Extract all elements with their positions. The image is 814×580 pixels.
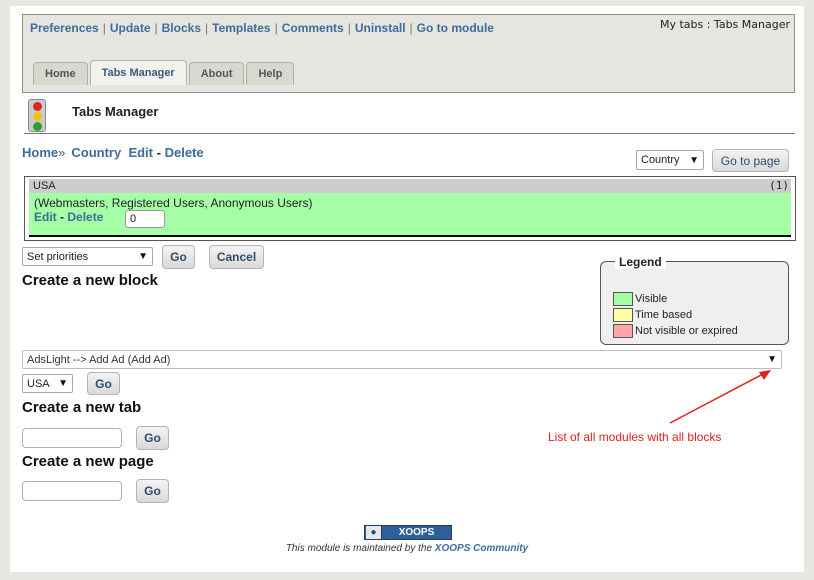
tab-box-header: USA (1) [29, 179, 791, 193]
xoops-community-link[interactable]: XOOPS Community [435, 543, 528, 554]
chevron-down-icon: ▼ [58, 378, 68, 389]
nav-blocks-link[interactable]: Blocks [162, 21, 201, 35]
page-select-value: Country [641, 154, 680, 166]
module-title-row: Tabs Manager [24, 99, 795, 134]
add-block-go-button[interactable]: Go [87, 372, 120, 395]
breadcrumb: Home» Country Edit - Delete [22, 145, 204, 160]
footer-note-prefix: This module is maintained by the [285, 543, 435, 554]
nav-preferences-link[interactable]: Preferences [30, 21, 99, 35]
cancel-button[interactable]: Cancel [209, 245, 264, 269]
nav-update-link[interactable]: Update [110, 21, 151, 35]
breadcrumb-dash: - [156, 145, 161, 160]
tab-tabs-manager[interactable]: Tabs Manager [89, 60, 187, 85]
admin-header: Preferences | Update | Blocks | Templates | Comm… [22, 14, 795, 93]
my-tabs-label: My tabs : Tabs Manager [659, 18, 790, 31]
traffic-light-icon [28, 99, 46, 132]
legend-label: Not visible or expired [635, 324, 738, 337]
page-title: Tabs Manager [72, 104, 159, 119]
top-nav: Preferences | Update | Blocks | Templates | Comm… [30, 21, 494, 35]
go-to-page-button[interactable]: Go to page [712, 149, 789, 172]
breadcrumb-home-link[interactable]: Home [22, 145, 58, 160]
priorities-select[interactable]: Set priorities ▼ [22, 247, 153, 266]
new-page-input[interactable] [22, 481, 122, 501]
create-page-heading: Create a new page [22, 453, 154, 470]
legend-swatch [613, 307, 633, 322]
tab-help[interactable]: Help [246, 62, 295, 85]
nav-comments-link[interactable]: Comments [282, 21, 344, 35]
xoops-badge[interactable]: ● XOOPS [364, 525, 452, 540]
priorities-go-button[interactable]: Go [162, 245, 195, 269]
tab-box-count: (1) [769, 179, 789, 192]
legend-label: Visible [635, 292, 668, 305]
tab-select-value: USA [27, 377, 50, 390]
priorities-select-value: Set priorities [27, 250, 89, 263]
breadcrumb-separator: » [58, 145, 66, 160]
page: Preferences | Update | Blocks | Templates | Comm… [10, 6, 804, 572]
tab-select[interactable]: USA ▼ [22, 374, 73, 393]
legend-swatch [613, 323, 633, 338]
legend-title: Legend [615, 255, 666, 269]
annotation-arrow [669, 370, 771, 424]
page-select[interactable]: Country ▼ [636, 150, 704, 170]
legend: Legend Visible Time based Not visible or… [600, 255, 789, 345]
block-select-value: AdsLight --> Add Ad (Add Ad) [27, 353, 171, 366]
breadcrumb-edit-link[interactable]: Edit [128, 145, 153, 160]
create-tab-heading: Create a new tab [22, 399, 142, 416]
nav-go-to-module-link[interactable]: Go to module [417, 21, 494, 35]
create-block-heading: Create a new block [22, 272, 158, 289]
new-page-go-button[interactable]: Go [136, 479, 169, 503]
tab-box: USA (1) (Webmasters, Registered Users, A… [24, 176, 796, 241]
globe-icon: ● [366, 526, 382, 539]
tab-bar: Home Tabs Manager About Help [33, 60, 295, 85]
tab-delete-link[interactable]: Delete [67, 210, 103, 224]
chevron-down-icon: ▼ [138, 251, 148, 262]
legend-swatch [613, 291, 633, 306]
legend-item: Visible [613, 291, 667, 306]
tab-box-actions: Edit - Delete [34, 210, 103, 224]
tab-about[interactable]: About [188, 62, 245, 85]
legend-item: Time based [613, 307, 692, 322]
tab-box-name: USA [33, 180, 56, 192]
chevron-down-icon: ▼ [767, 354, 777, 365]
tab-edit-link[interactable]: Edit [34, 210, 57, 224]
priority-input[interactable]: 0 [125, 210, 165, 228]
xoops-badge-label: XOOPS [398, 527, 435, 538]
breadcrumb-country-link[interactable]: Country [71, 145, 121, 160]
tab-box-groups: (Webmasters, Registered Users, Anonymous… [34, 196, 313, 210]
tab-actions-dash: - [60, 210, 65, 224]
new-tab-go-button[interactable]: Go [136, 426, 169, 450]
chevron-down-icon: ▼ [689, 154, 699, 166]
tab-home[interactable]: Home [33, 62, 88, 85]
block-select[interactable]: AdsLight --> Add Ad (Add Ad) ▼ [22, 350, 782, 369]
annotation-text: List of all modules with all blocks [548, 430, 722, 444]
breadcrumb-delete-link[interactable]: Delete [165, 145, 204, 160]
nav-uninstall-link[interactable]: Uninstall [355, 21, 406, 35]
legend-item: Not visible or expired [613, 323, 738, 338]
tab-box-body: (Webmasters, Registered Users, Anonymous… [29, 193, 791, 237]
new-tab-input[interactable] [22, 428, 122, 448]
nav-templates-link[interactable]: Templates [212, 21, 270, 35]
footer-note: This module is maintained by the XOOPS C… [10, 543, 804, 554]
legend-label: Time based [635, 308, 693, 321]
